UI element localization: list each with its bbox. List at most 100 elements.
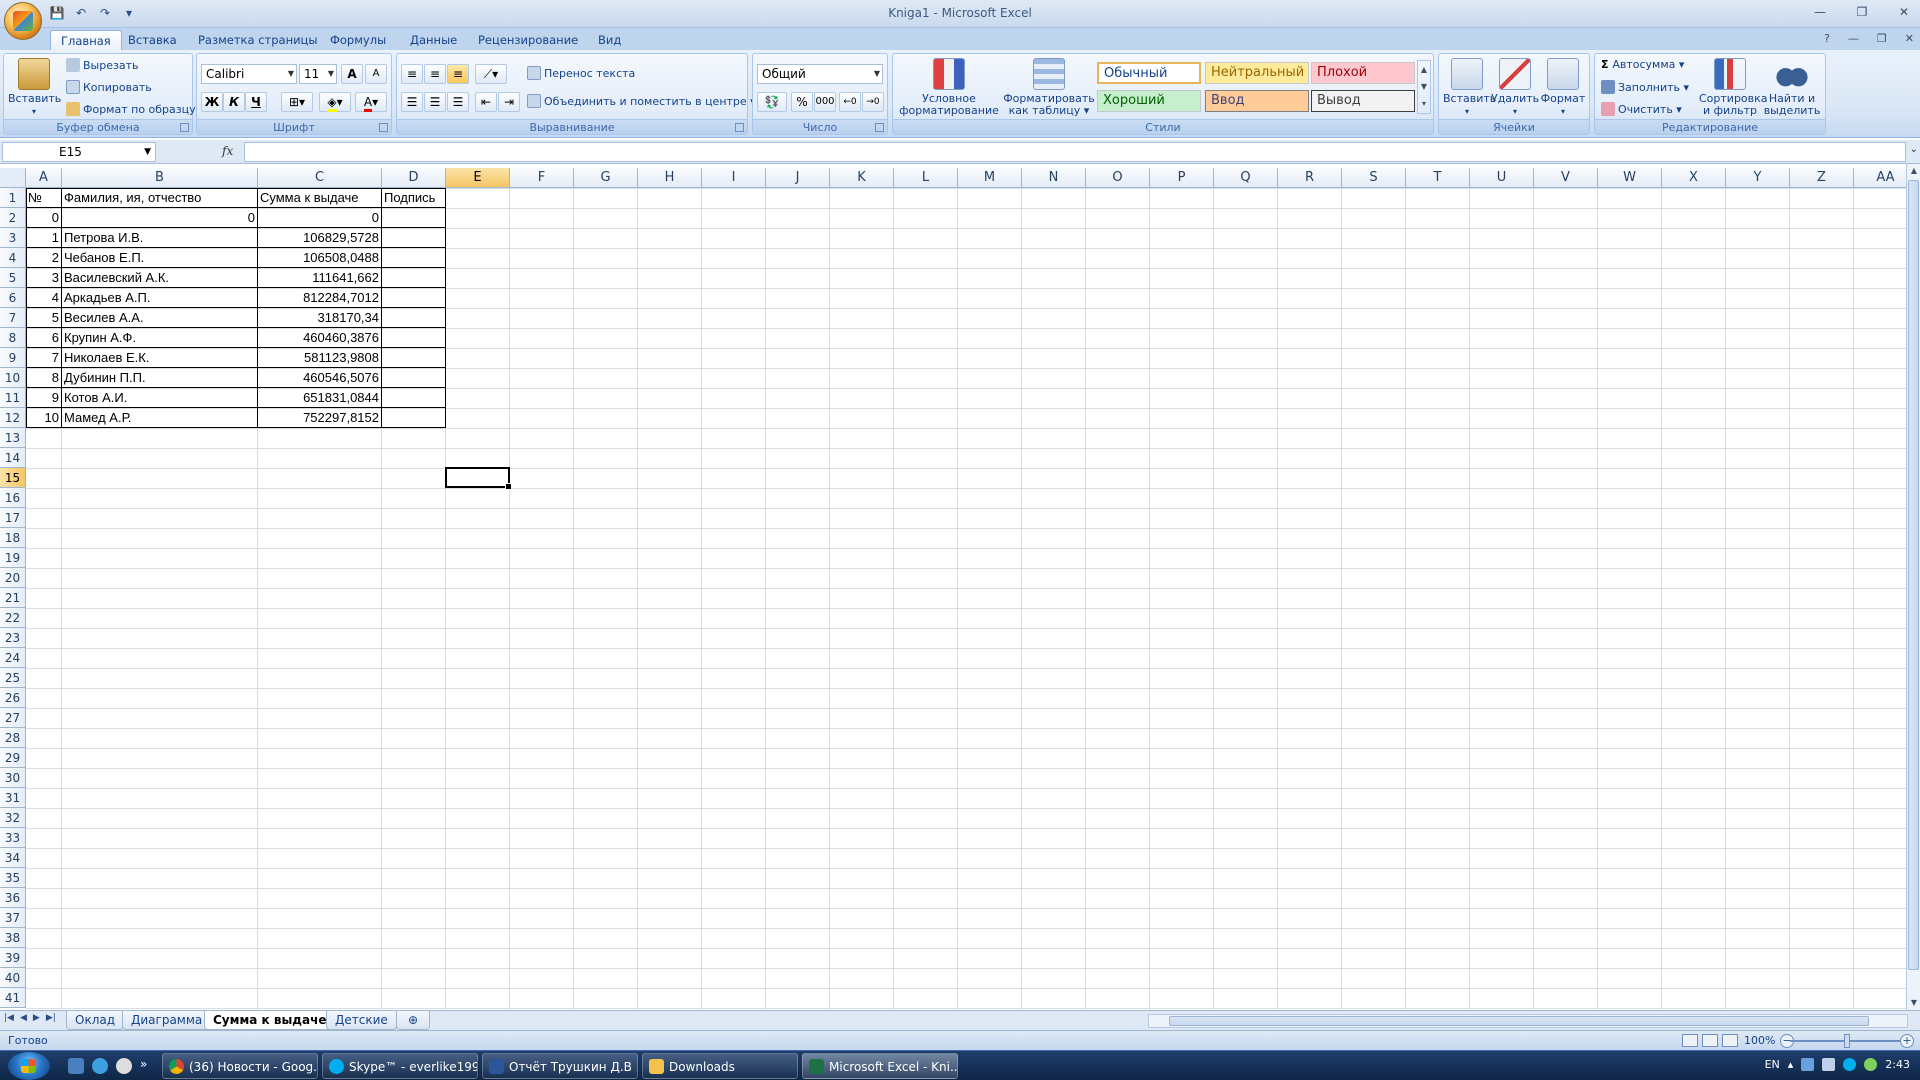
column-header[interactable]: AA bbox=[1854, 168, 1906, 188]
cell-c[interactable]: 752297,8152 bbox=[258, 408, 382, 428]
tab-page-layout[interactable]: Разметка страницы bbox=[188, 30, 327, 50]
internet-explorer-icon[interactable] bbox=[92, 1058, 108, 1074]
column-header[interactable]: A bbox=[26, 168, 62, 188]
column-header[interactable]: V bbox=[1534, 168, 1598, 188]
horizontal-scrollbar[interactable] bbox=[1148, 1014, 1908, 1028]
grow-font-button[interactable]: A bbox=[341, 64, 363, 84]
column-header[interactable]: Q bbox=[1214, 168, 1278, 188]
sheet-tab-children[interactable]: Детские bbox=[326, 1011, 397, 1030]
column-header[interactable]: P bbox=[1150, 168, 1214, 188]
format-painter-button[interactable]: Формат по образцу bbox=[66, 102, 196, 116]
column-header[interactable]: R bbox=[1278, 168, 1342, 188]
align-right-button[interactable]: ☰ bbox=[447, 92, 469, 112]
clock[interactable]: 2:43 bbox=[1885, 1058, 1910, 1071]
number-launcher-icon[interactable] bbox=[875, 123, 884, 132]
active-cell[interactable] bbox=[445, 467, 512, 490]
font-size-select[interactable]: 11 ▼ bbox=[299, 64, 337, 84]
doc-restore-button[interactable]: ❐ bbox=[1877, 32, 1887, 45]
currency-button[interactable]: 💱 bbox=[757, 92, 787, 112]
expand-formula-bar-icon[interactable]: ⌄ bbox=[1910, 144, 1918, 155]
align-left-button[interactable]: ☰ bbox=[401, 92, 423, 112]
close-button[interactable]: ✕ bbox=[1894, 2, 1914, 22]
taskbar-item-skype[interactable]: Skype™ - everlike1993 bbox=[322, 1053, 478, 1079]
row-header[interactable]: 28 bbox=[0, 728, 26, 748]
column-header[interactable]: F bbox=[510, 168, 574, 188]
row-header[interactable]: 17 bbox=[0, 508, 26, 528]
cell-b[interactable]: Котов А.И. bbox=[62, 388, 258, 408]
formula-input[interactable] bbox=[244, 142, 1906, 162]
row-header[interactable]: 24 bbox=[0, 648, 26, 668]
row-header[interactable]: 13 bbox=[0, 428, 26, 448]
merge-center-button[interactable]: Объединить и поместить в центре ▾ bbox=[527, 94, 756, 108]
scroll-down-icon[interactable]: ▼ bbox=[1908, 996, 1920, 1010]
help-icon[interactable]: ? bbox=[1824, 32, 1830, 45]
style-bad[interactable]: Плохой bbox=[1311, 62, 1415, 84]
row-header[interactable]: 29 bbox=[0, 748, 26, 768]
cell-d[interactable] bbox=[382, 348, 446, 368]
zoom-level[interactable]: 100% bbox=[1744, 1034, 1775, 1047]
select-all-button[interactable] bbox=[0, 168, 26, 188]
cell-a[interactable]: 3 bbox=[26, 268, 62, 288]
page-break-view-icon[interactable] bbox=[1722, 1034, 1738, 1047]
increase-indent-button[interactable]: ⇥ bbox=[498, 92, 520, 112]
zoom-in-icon[interactable]: + bbox=[1900, 1034, 1914, 1048]
row-header[interactable]: 12 bbox=[0, 408, 26, 428]
insert-cells-button[interactable]: Вставить ▾ bbox=[1443, 58, 1496, 118]
office-button[interactable] bbox=[4, 2, 42, 40]
column-header[interactable]: Z bbox=[1790, 168, 1854, 188]
first-sheet-icon[interactable]: |◀ bbox=[4, 1013, 14, 1023]
column-header[interactable]: X bbox=[1662, 168, 1726, 188]
row-header[interactable]: 2 bbox=[0, 208, 26, 228]
style-normal[interactable]: Обычный bbox=[1097, 62, 1201, 84]
sheet-tab-oklad[interactable]: Оклад bbox=[66, 1011, 125, 1030]
tab-review[interactable]: Рецензирование bbox=[468, 30, 588, 50]
decrease-decimal-button[interactable]: →0 bbox=[862, 92, 884, 112]
row-header[interactable]: 39 bbox=[0, 948, 26, 968]
language-indicator[interactable]: EN bbox=[1765, 1058, 1780, 1071]
thousands-button[interactable]: 000 bbox=[814, 92, 836, 112]
row-header[interactable]: 21 bbox=[0, 588, 26, 608]
tab-home[interactable]: Главная bbox=[50, 30, 122, 50]
clipboard-launcher-icon[interactable] bbox=[180, 123, 189, 132]
cell-d[interactable] bbox=[382, 288, 446, 308]
row-header[interactable]: 20 bbox=[0, 568, 26, 588]
fill-button[interactable]: Заполнить ▾ bbox=[1601, 80, 1689, 94]
row-header[interactable]: 1 bbox=[0, 188, 26, 208]
cell-b[interactable]: Петрова И.В. bbox=[62, 228, 258, 248]
row-header[interactable]: 15 bbox=[0, 468, 26, 488]
format-as-table-button[interactable]: Форматировать как таблицу ▾ bbox=[1001, 58, 1097, 117]
last-sheet-icon[interactable]: ▶| bbox=[46, 1013, 56, 1023]
sheet-tab-diagram[interactable]: Диаграмма bbox=[122, 1011, 212, 1030]
style-input[interactable]: Ввод bbox=[1205, 90, 1309, 112]
cell-d[interactable] bbox=[382, 328, 446, 348]
more-quick-launch-icon[interactable]: » bbox=[140, 1057, 147, 1071]
bold-button[interactable]: Ж bbox=[201, 92, 223, 112]
row-header[interactable]: 7 bbox=[0, 308, 26, 328]
row-header[interactable]: 18 bbox=[0, 528, 26, 548]
row-header[interactable]: 33 bbox=[0, 828, 26, 848]
cut-button[interactable]: Вырезать bbox=[66, 58, 138, 72]
row-header[interactable]: 37 bbox=[0, 908, 26, 928]
align-bottom-button[interactable]: ≡ bbox=[447, 64, 469, 84]
taskbar-item-excel[interactable]: Microsoft Excel - Kni... bbox=[802, 1053, 958, 1079]
cell-c[interactable]: 581123,9808 bbox=[258, 348, 382, 368]
row-header[interactable]: 5 bbox=[0, 268, 26, 288]
cell-c[interactable]: 0 bbox=[258, 208, 382, 228]
cell-c[interactable]: Сумма к выдаче bbox=[258, 188, 382, 208]
cell-d[interactable] bbox=[382, 228, 446, 248]
row-header[interactable]: 4 bbox=[0, 248, 26, 268]
doc-minimize-button[interactable]: — bbox=[1848, 32, 1859, 45]
row-header[interactable]: 25 bbox=[0, 668, 26, 688]
insert-function-button[interactable]: fx bbox=[222, 144, 233, 158]
scroll-up-icon[interactable]: ▲ bbox=[1908, 164, 1920, 178]
row-header[interactable]: 27 bbox=[0, 708, 26, 728]
row-header[interactable]: 36 bbox=[0, 888, 26, 908]
taskbar-item-chrome[interactable]: (36) Новости - Goog... bbox=[162, 1053, 318, 1079]
row-header[interactable]: 32 bbox=[0, 808, 26, 828]
style-neutral[interactable]: Нейтральный bbox=[1205, 62, 1309, 84]
horizontal-scroll-thumb[interactable] bbox=[1169, 1016, 1869, 1026]
row-header[interactable]: 8 bbox=[0, 328, 26, 348]
orientation-button[interactable]: ⟋▾ bbox=[475, 64, 507, 84]
column-header[interactable]: Y bbox=[1726, 168, 1790, 188]
cell-a[interactable]: 0 bbox=[26, 208, 62, 228]
